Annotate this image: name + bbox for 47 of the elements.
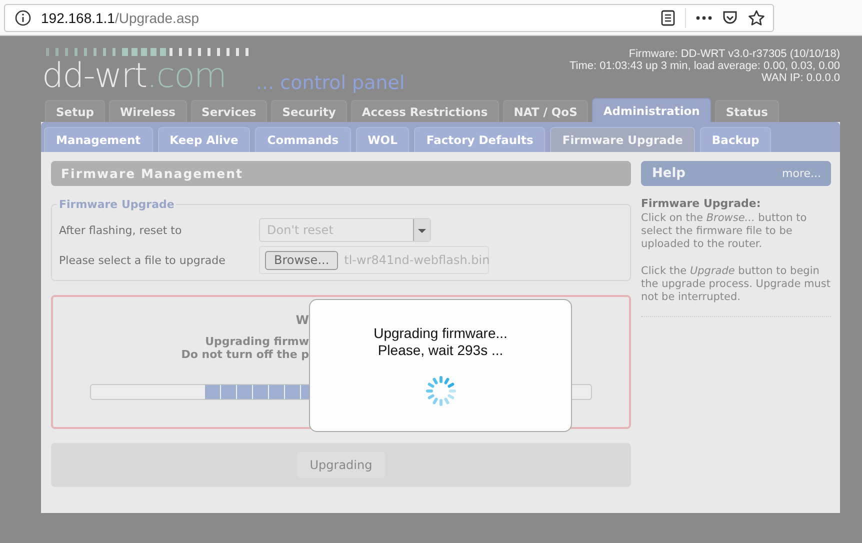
nav-tab[interactable]: Administration xyxy=(592,98,711,122)
browse-button[interactable]: Browse... xyxy=(265,250,338,270)
more-link[interactable]: more... xyxy=(782,167,821,180)
url-text: 192.168.1.1/Upgrade.asp xyxy=(41,10,200,26)
sub-tab[interactable]: Backup xyxy=(700,127,772,152)
sub-tab[interactable]: WOL xyxy=(356,127,410,152)
dropdown-caret-icon xyxy=(413,219,430,241)
sub-tab[interactable]: Commands xyxy=(255,127,351,152)
logo-tagline: ... control panel xyxy=(256,72,405,94)
info-icon[interactable] xyxy=(15,10,31,26)
sub-tab[interactable]: Factory Defaults xyxy=(414,127,546,152)
reader-view-icon[interactable] xyxy=(661,10,675,26)
nav-tab[interactable]: NAT / QoS xyxy=(502,100,588,122)
logo-text: dd-wrt.com xyxy=(42,60,226,92)
sub-tab[interactable]: Keep Alive xyxy=(158,127,250,152)
nav-tab[interactable]: Services xyxy=(190,100,268,122)
help-title: Help xyxy=(652,166,686,181)
field-label: Please select a file to upgrade xyxy=(59,254,226,266)
dialog-message: Please, wait 293s ... xyxy=(378,342,504,359)
address-bar[interactable]: 192.168.1.1/Upgrade.asp xyxy=(4,4,774,32)
help-heading: Firmware Upgrade: xyxy=(641,197,762,210)
nav-tab[interactable]: Status xyxy=(714,100,779,122)
router-info-line: Time: 01:03:43 up 3 min, load average: 0.00, 0.03, 0.00 xyxy=(570,60,840,72)
help-text: Click on the Browse... button to select the firmware file to be uploaded to the router. xyxy=(641,212,808,251)
spinner-icon xyxy=(424,375,456,407)
progress-title: W xyxy=(296,313,309,329)
sub-tab[interactable]: Firmware Upgrade xyxy=(550,127,695,152)
nav-tab[interactable]: Wireless xyxy=(109,100,187,122)
upgrade-button[interactable]: Upgrading xyxy=(296,452,386,478)
dialog-message: Upgrading firmware... xyxy=(374,325,508,342)
progress-message: Do not turn off the p xyxy=(181,348,309,361)
pocket-icon[interactable] xyxy=(722,10,738,26)
file-name: tl-wr841nd-webflash.bin xyxy=(344,253,490,267)
section-title: Firmware Management xyxy=(51,161,631,186)
more-icon[interactable] xyxy=(696,16,712,20)
help-text: Click the Upgrade button to begin the upgrade process. Upgrade must not be interrupted. xyxy=(641,265,831,304)
file-input[interactable]: Browse... tl-wr841nd-webflash.bin xyxy=(259,246,489,274)
sub-tab[interactable]: Management xyxy=(44,127,153,152)
star-icon[interactable] xyxy=(748,10,765,26)
nav-tab[interactable]: Security xyxy=(271,100,347,122)
nav-tab[interactable]: Access Restrictions xyxy=(350,100,499,122)
progress-message: Upgrading firmw xyxy=(205,335,309,348)
router-info-line: Firmware: DD-WRT v3.0-r37305 (10/10/18) xyxy=(628,48,840,60)
router-info-line: WAN IP: 0.0.0.0 xyxy=(760,72,840,84)
fieldset-legend: Firmware Upgrade xyxy=(57,198,176,211)
nav-tab[interactable]: Setup xyxy=(45,100,105,122)
field-label: After flashing, reset to xyxy=(59,224,183,236)
